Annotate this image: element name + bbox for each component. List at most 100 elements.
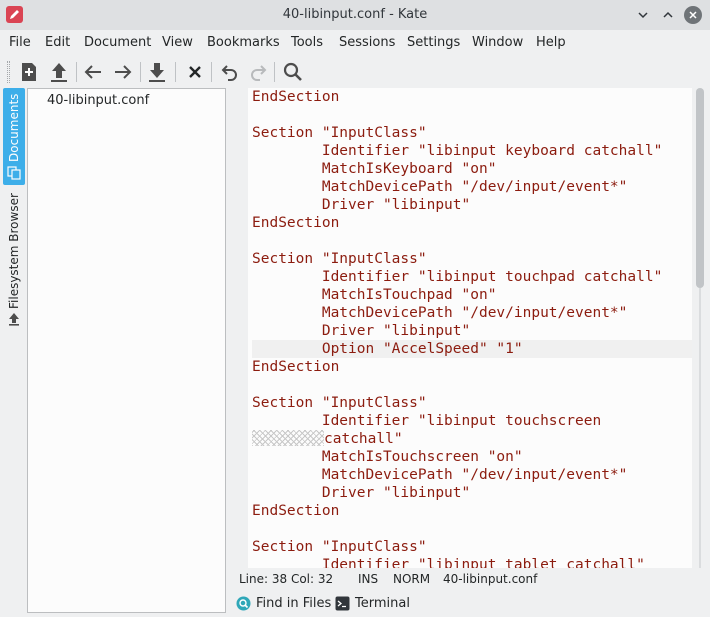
code-line: EndSection [252, 215, 340, 231]
find-in-files-label: Find in Files [256, 595, 332, 611]
code-line: EndSection [252, 89, 340, 105]
vertical-scrollbar[interactable] [692, 88, 708, 568]
close-document-button[interactable] [183, 60, 207, 84]
document-list-item[interactable]: 40-libinput.conf [47, 93, 149, 108]
documents-panel: 40-libinput.conf [27, 88, 226, 613]
tab-filesystem-browser-label: Filesystem Browser [7, 193, 21, 309]
toolbar-separator [140, 62, 141, 82]
current-code-line: Option "AccelSpeed" "1" [252, 340, 692, 358]
menu-tools[interactable]: Tools [291, 35, 323, 50]
code-line: Driver "libinput" [252, 197, 471, 213]
code-line: Driver "libinput" [252, 323, 471, 339]
code-line: Section "InputClass" [252, 251, 427, 267]
status-filename: 40-libinput.conf [443, 572, 538, 586]
forward-button[interactable] [111, 60, 135, 84]
code-line: MatchIsTouchpad "on" [252, 287, 497, 303]
code-line: EndSection [252, 503, 340, 519]
menu-view[interactable]: View [162, 35, 193, 50]
code-line: Section "InputClass" [252, 539, 427, 555]
menu-file[interactable]: File [9, 35, 31, 50]
menu-sessions[interactable]: Sessions [339, 35, 395, 50]
menu-edit[interactable]: Edit [45, 35, 70, 50]
upload-arrow-icon [51, 63, 67, 82]
terminal-label: Terminal [355, 595, 410, 611]
chevron-down-icon [638, 12, 648, 19]
redo-button[interactable] [246, 60, 270, 84]
new-document-button[interactable] [17, 60, 41, 84]
menu-bar: File Edit Document View Bookmarks Tools … [0, 30, 710, 56]
code-line: MatchDevicePath "/dev/input/event*" [252, 179, 628, 195]
title-bar: 40-libinput.conf - Kate [0, 0, 710, 30]
cursor-position[interactable]: Line: 38 Col: 32 [239, 572, 333, 586]
arrow-right-icon [115, 65, 132, 79]
search-icon [283, 62, 302, 81]
edit-mode-indicator[interactable]: NORM [393, 572, 430, 586]
documents-icon [7, 166, 21, 180]
scrollbar-thumb[interactable] [696, 88, 704, 288]
arrow-left-icon [84, 65, 101, 79]
menu-window[interactable]: Window [472, 35, 523, 50]
close-icon [189, 66, 201, 78]
folder-up-icon [7, 312, 21, 326]
toolbar-separator [274, 62, 275, 82]
code-line: Driver "libinput" [252, 485, 471, 501]
code-line: MatchDevicePath "/dev/input/event*" [252, 467, 628, 483]
code-line: Section "InputClass" [252, 125, 427, 141]
minimize-button[interactable] [634, 6, 652, 24]
status-bar: Line: 38 Col: 32 INS NORM 40-libinput.co… [232, 568, 708, 590]
toolbar-separator [211, 62, 212, 82]
code-line-text: catchall" [324, 431, 403, 447]
save-button[interactable] [145, 60, 169, 84]
code-line: Identifier "libinput tablet catchall" [252, 557, 645, 568]
new-document-icon [22, 63, 36, 81]
tab-filesystem-browser[interactable]: Filesystem Browser [3, 188, 25, 330]
find-in-files-icon [236, 596, 251, 610]
window-title: 40-libinput.conf - Kate [282, 7, 428, 22]
bottom-toolview-bar: Find in Files Terminal [232, 592, 708, 614]
code-area[interactable]: EndSection Section "InputClass" Identifi… [252, 88, 692, 568]
undo-icon [221, 65, 237, 81]
toolbar-separator [76, 62, 77, 82]
close-icon [689, 11, 697, 19]
input-mode-indicator[interactable]: INS [358, 572, 378, 586]
wrap-indicator [252, 430, 324, 446]
code-line: MatchIsKeyboard "on" [252, 161, 497, 177]
editor-gutter [232, 88, 248, 568]
main-toolbar [0, 56, 710, 88]
find-button[interactable] [281, 60, 305, 84]
chevron-up-icon [663, 11, 673, 18]
terminal-button[interactable]: Terminal [335, 593, 410, 613]
menu-settings[interactable]: Settings [407, 35, 460, 50]
toolbar-handle[interactable] [7, 61, 10, 83]
code-line: MatchIsTouchscreen "on" [252, 449, 523, 465]
menu-help[interactable]: Help [536, 35, 566, 50]
scrollbar-track[interactable] [699, 288, 701, 568]
open-button[interactable] [47, 60, 71, 84]
menu-bookmarks[interactable]: Bookmarks [207, 35, 280, 50]
back-button[interactable] [81, 60, 105, 84]
undo-button[interactable] [218, 60, 242, 84]
find-in-files-button[interactable]: Find in Files [236, 593, 331, 613]
menu-document[interactable]: Document [84, 35, 151, 50]
code-line: MatchDevicePath "/dev/input/event*" [252, 305, 628, 321]
code-line: Section "InputClass" [252, 395, 427, 411]
tab-documents[interactable]: Documents [3, 88, 25, 185]
download-arrow-icon [149, 63, 165, 82]
code-line: Identifier "libinput touchscreen [252, 413, 602, 429]
code-line: EndSection [252, 359, 340, 375]
editor-view[interactable]: EndSection Section "InputClass" Identifi… [232, 88, 708, 568]
close-window-button[interactable] [684, 6, 702, 24]
terminal-icon [335, 596, 350, 610]
wrapped-code-line: catchall" [252, 430, 692, 448]
redo-icon [251, 65, 267, 81]
toolbar-separator [175, 62, 176, 82]
maximize-button[interactable] [659, 6, 677, 24]
tab-documents-label: Documents [7, 93, 21, 163]
side-tab-bar: Documents Filesystem Browser [0, 88, 27, 617]
code-line: Identifier "libinput keyboard catchall" [252, 143, 663, 159]
code-line: Identifier "libinput touchpad catchall" [252, 269, 663, 285]
